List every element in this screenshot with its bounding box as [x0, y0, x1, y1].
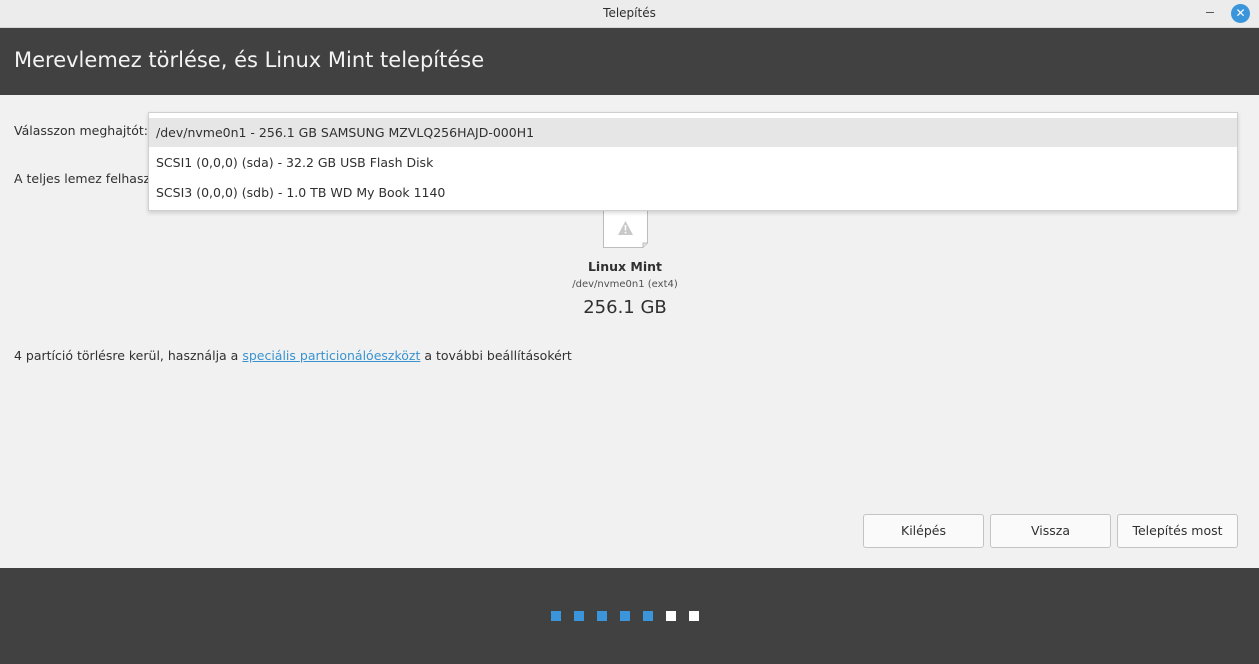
window-title: Telepítés: [603, 6, 656, 20]
progress-dot: [666, 611, 676, 621]
progress-dot: [551, 611, 561, 621]
partition-info-prefix: 4 partíció törlésre kerül, használja a: [14, 348, 243, 363]
drive-select-label: Válasszon meghajtót:: [14, 123, 149, 138]
drive-select-dropdown[interactable]: /dev/nvme0n1 - 256.1 GB SAMSUNG MZVLQ256…: [148, 112, 1238, 211]
progress-dot: [597, 611, 607, 621]
progress-dot: [620, 611, 630, 621]
disk-name: Linux Mint: [587, 259, 663, 274]
drive-option-sdb[interactable]: SCSI3 (0,0,0) (sdb) - 1.0 TB WD My Book …: [149, 178, 1237, 207]
partition-info-suffix: a további beállításokért: [420, 348, 572, 363]
window-titlebar: Telepítés ✕: [0, 0, 1259, 28]
disk-partition-icon: [603, 208, 648, 248]
disk-device: /dev/nvme0n1 (ext4): [572, 279, 678, 290]
progress-dot: [643, 611, 653, 621]
drive-option-nvme0n1[interactable]: /dev/nvme0n1 - 256.1 GB SAMSUNG MZVLQ256…: [149, 118, 1237, 147]
back-button[interactable]: Vissza: [990, 514, 1111, 548]
progress-dot: [574, 611, 584, 621]
progress-dot: [689, 611, 699, 621]
install-now-button[interactable]: Telepítés most: [1117, 514, 1238, 548]
partition-info: 4 partíció törlésre kerül, használja a s…: [14, 348, 572, 363]
minimize-icon[interactable]: [1206, 12, 1214, 13]
disk-size: 256.1 GB: [583, 297, 667, 318]
advanced-partitioning-link[interactable]: speciális particionálóeszközt: [242, 348, 420, 363]
progress-footer: [0, 568, 1259, 664]
full-disk-label: A teljes lemez felhaszn: [14, 171, 158, 186]
page-header: Merevlemez törlése, és Linux Mint telepí…: [0, 28, 1259, 95]
quit-button[interactable]: Kilépés: [863, 514, 984, 548]
drive-option-sda[interactable]: SCSI1 (0,0,0) (sda) - 32.2 GB USB Flash …: [149, 148, 1237, 177]
page-title: Merevlemez törlése, és Linux Mint telepí…: [14, 48, 485, 72]
close-icon[interactable]: ✕: [1231, 4, 1250, 23]
